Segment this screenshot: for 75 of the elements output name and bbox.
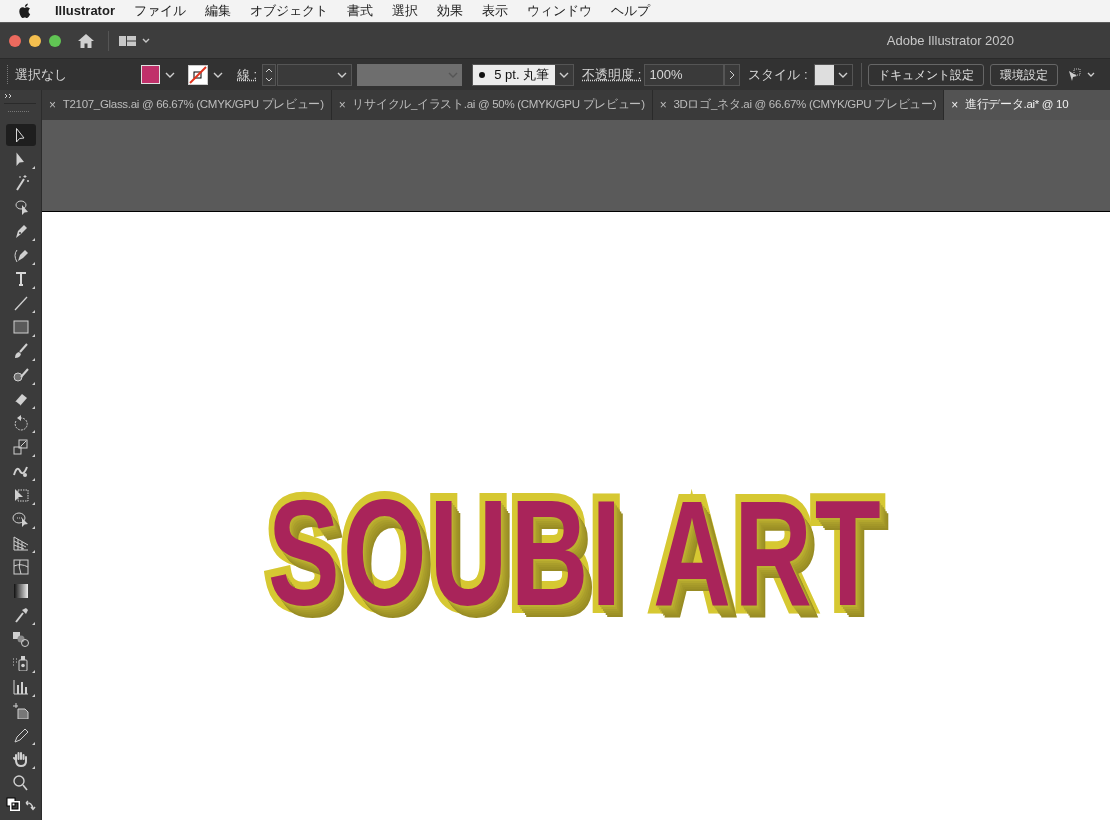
solid-arrow-icon	[16, 151, 25, 167]
shaper-icon	[12, 367, 29, 383]
menu-item[interactable]: ウィンドウ	[526, 1, 592, 21]
settings-button[interactable]: ドキュメント設定	[867, 63, 984, 86]
menu-item[interactable]: 選択	[391, 1, 418, 21]
rectangle-icon	[12, 319, 29, 335]
menu-item[interactable]: ファイル	[133, 1, 186, 21]
tab-close-button[interactable]: ×	[338, 96, 346, 114]
search-icon	[12, 775, 29, 791]
mesh-icon	[12, 559, 29, 575]
tab-label: 進行データ.ai* @ 10	[965, 97, 1069, 113]
perspective-grid-icon	[12, 535, 29, 551]
style-label: スタイル :	[748, 65, 808, 84]
zoom-window-button[interactable]	[49, 34, 61, 47]
brush-dropdown[interactable]: 5 pt. 丸筆	[472, 63, 575, 86]
tab-label: リサイクル_イラスト.ai @ 50% (CMYK/GPU プレビュー)	[352, 97, 645, 113]
selection-arrow-icon	[16, 127, 25, 143]
opacity-label[interactable]: 不透明度 :	[582, 64, 642, 85]
variable-width-dropdown[interactable]	[357, 63, 463, 86]
app-menu[interactable]: Illustrator	[55, 1, 115, 21]
eyedropper-icon	[12, 607, 29, 623]
curvature-pen-icon	[12, 247, 29, 263]
stroke-label: 線 :	[237, 65, 258, 84]
fill-stroke-swatch-icon[interactable]	[5, 797, 20, 811]
swap-arrow-icon[interactable]	[23, 799, 36, 811]
menu-item[interactable]: 書式	[346, 1, 373, 21]
artboard-icon	[12, 703, 29, 719]
minimize-window-button[interactable]	[29, 34, 41, 47]
fill-color-swatch[interactable]	[141, 65, 160, 84]
document-tab[interactable]: × T2107_Glass.ai @ 66.67% (CMYK/GPU プレビュー)	[42, 90, 332, 120]
document-tab[interactable]: × 進行データ.ai* @ 10	[944, 90, 1110, 120]
no-stroke-swatch-icon[interactable]	[188, 64, 208, 85]
tab-close-button[interactable]: ×	[49, 96, 56, 114]
line-segment-icon	[12, 295, 29, 311]
window-title: Adobe Illustrator 2020	[886, 31, 1014, 50]
paintbrush-icon	[12, 343, 29, 359]
menu-item[interactable]: 効果	[436, 1, 463, 21]
blend-icon	[12, 631, 29, 647]
apple-logo-icon[interactable]	[18, 3, 32, 19]
tab-close-button[interactable]: ×	[951, 96, 958, 114]
stepper-arrows-icon[interactable]	[262, 63, 277, 86]
brush-label: 5 pt. 丸筆	[494, 65, 550, 84]
menu-item[interactable]: 編集	[204, 1, 231, 21]
gradient-icon	[12, 583, 29, 599]
menu-item[interactable]: ヘルプ	[610, 1, 650, 21]
free-transform-icon	[12, 487, 29, 503]
drag-grip-icon[interactable]	[6, 64, 9, 85]
graphic-style-dropdown[interactable]	[813, 63, 853, 86]
eraser-icon	[12, 391, 29, 407]
tool-button[interactable]	[5, 124, 36, 146]
stroke-weight-field[interactable]	[277, 63, 353, 86]
collapse-panel-icon[interactable]	[4, 93, 14, 99]
settings-button[interactable]: 環境設定	[989, 63, 1058, 86]
document-tab[interactable]: × 3Dロゴ_ネタ.ai @ 66.67% (CMYK/GPU プレビュー)	[652, 90, 945, 120]
chevron-right-icon[interactable]	[724, 63, 741, 86]
scale-icon	[12, 439, 29, 455]
bar-graph-icon	[12, 679, 29, 695]
rotate-icon	[12, 415, 29, 431]
tab-label: 3Dロゴ_ネタ.ai @ 66.67% (CMYK/GPU プレビュー)	[673, 97, 937, 113]
document-tab[interactable]: × リサイクル_イラスト.ai @ 50% (CMYK/GPU プレビュー)	[331, 90, 653, 120]
home-icon[interactable]	[77, 32, 95, 49]
symbol-sprayer-icon	[12, 655, 29, 671]
menu-item[interactable]: 表示	[481, 1, 508, 21]
logo-artwork-text: SOUBI ART	[268, 478, 884, 628]
shape-builder-icon	[12, 511, 29, 527]
style-swatch	[814, 64, 834, 85]
hand-icon	[12, 751, 29, 767]
lasso-arrow-icon	[12, 199, 29, 215]
tab-label: T2107_Glass.ai @ 66.67% (CMYK/GPU プレビュー)	[62, 97, 324, 113]
drag-grip-icon[interactable]	[8, 110, 30, 113]
selection-status: 選択なし	[15, 65, 68, 84]
close-window-button[interactable]	[9, 34, 21, 47]
opacity-field[interactable]: 100%	[644, 63, 725, 86]
tab-close-button[interactable]: ×	[659, 96, 667, 114]
menu-item[interactable]: オブジェクト	[249, 1, 328, 21]
